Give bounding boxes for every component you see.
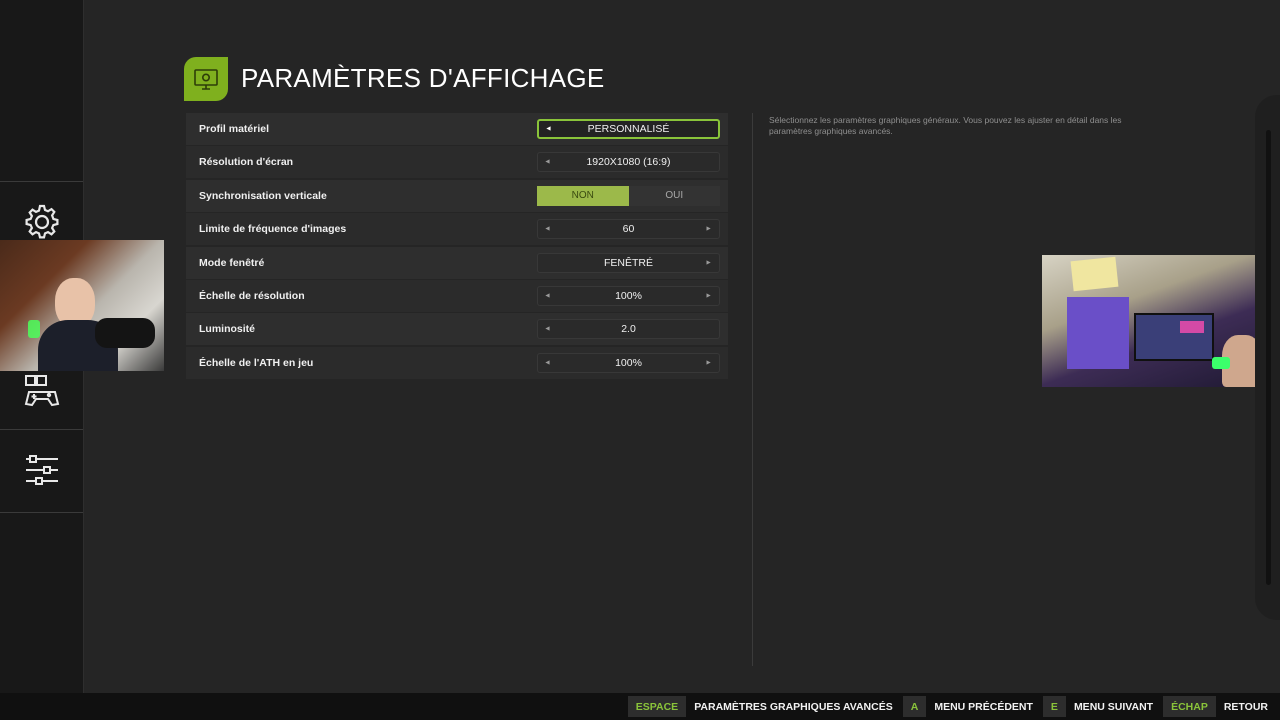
sidebar-item-advanced[interactable] — [0, 430, 83, 510]
arrow-right-icon[interactable]: ► — [705, 292, 712, 299]
footer-label: MENU SUIVANT — [1073, 700, 1154, 713]
footer-label: PARAMÈTRES GRAPHIQUES AVANCÉS — [694, 700, 893, 713]
arrow-left-icon[interactable]: ◄ — [544, 226, 551, 233]
arrow-left-icon[interactable]: ◄ — [544, 359, 551, 366]
setting-label: Profil matériel — [199, 123, 270, 135]
setting-label: Échelle de résolution — [199, 289, 305, 302]
setting-value: FENÊTRÉ — [603, 256, 653, 269]
footer-previous-menu[interactable]: A MENU PRÉCÉDENT — [902, 693, 1035, 720]
vsync-toggle[interactable]: NON OUI — [537, 185, 720, 206]
setting-value: 1920X1080 (16:9) — [586, 156, 671, 169]
setting-label: Luminosité — [199, 323, 256, 336]
arrow-left-icon[interactable]: ◄ — [544, 326, 551, 333]
gamepad-icon — [24, 375, 59, 407]
brightness-selector[interactable]: ◄ 2.0 — [537, 319, 720, 340]
footer-back[interactable]: ÉCHAP RETOUR — [1163, 693, 1270, 720]
arrow-right-icon[interactable]: ► — [705, 226, 712, 233]
scrollbar[interactable] — [1266, 130, 1271, 585]
display-settings-icon — [184, 57, 228, 101]
vsync-option-off[interactable]: NON — [537, 185, 629, 206]
setting-value: 2.0 — [621, 323, 636, 336]
setting-value: 60 — [622, 223, 635, 236]
setting-value: 100% — [615, 289, 642, 302]
setting-row-hardware-profile[interactable]: Profil matériel ◄ PERSONNALISÉ — [186, 113, 728, 145]
hardware-profile-selector[interactable]: ◄ PERSONNALISÉ — [537, 119, 720, 139]
setting-label: Résolution d'écran — [199, 156, 294, 169]
footer-label: MENU PRÉCÉDENT — [934, 700, 1033, 713]
arrow-left-icon[interactable]: ◄ — [545, 126, 552, 133]
setting-row-hud-scale[interactable]: Échelle de l'ATH en jeu ◄ 100% ► — [186, 346, 728, 379]
setting-row-window-mode[interactable]: Mode fenêtré FENÊTRÉ ► — [186, 246, 728, 279]
gear-icon — [25, 204, 58, 239]
setting-description: Sélectionnez les paramètres graphiques g… — [769, 115, 1122, 136]
setting-label: Limite de fréquence d'images — [199, 223, 347, 236]
resolution-scale-selector[interactable]: ◄ 100% ► — [537, 285, 720, 306]
footer-label: RETOUR — [1223, 700, 1268, 713]
setting-label: Échelle de l'ATH en jeu — [199, 356, 314, 369]
setting-row-brightness[interactable]: Luminosité ◄ 2.0 — [186, 313, 728, 346]
sidebar-divider — [0, 512, 83, 513]
arrow-right-icon[interactable]: ► — [705, 359, 712, 366]
webcam-overlay-left — [0, 240, 164, 371]
footer-keybar: ESPACE PARAMÈTRES GRAPHIQUES AVANCÉS A M… — [0, 693, 1280, 720]
setting-row-resolution-scale[interactable]: Échelle de résolution ◄ 100% ► — [186, 279, 728, 312]
sliders-icon — [25, 455, 58, 485]
hud-scale-selector[interactable]: ◄ 100% ► — [537, 352, 720, 373]
key-badge: A — [902, 696, 927, 717]
setting-row-framerate-limit[interactable]: Limite de fréquence d'images ◄ 60 ► — [186, 213, 728, 246]
settings-list: Profil matériel ◄ PERSONNALISÉ Résolutio… — [186, 113, 728, 380]
screen-resolution-selector[interactable]: ◄ 1920X1080 (16:9) — [537, 152, 720, 173]
setting-label: Mode fenêtré — [199, 256, 265, 269]
key-badge: E — [1042, 696, 1066, 717]
setting-label: Synchronisation verticale — [199, 189, 327, 202]
panel-divider — [752, 113, 753, 666]
arrow-left-icon[interactable]: ◄ — [544, 292, 551, 299]
key-badge: ESPACE — [627, 696, 687, 717]
arrow-left-icon[interactable]: ◄ — [544, 159, 551, 166]
webcam-overlay-right — [1042, 255, 1276, 387]
setting-value: PERSONNALISÉ — [587, 123, 670, 135]
setting-row-vsync[interactable]: Synchronisation verticale NON OUI — [186, 179, 728, 212]
footer-next-menu[interactable]: E MENU SUIVANT — [1042, 693, 1155, 720]
page-title: PARAMÈTRES D'AFFICHAGE — [241, 63, 605, 93]
footer-advanced-graphics[interactable]: ESPACE PARAMÈTRES GRAPHIQUES AVANCÉS — [627, 693, 895, 720]
setting-value: 100% — [615, 356, 642, 369]
setting-row-screen-resolution[interactable]: Résolution d'écran ◄ 1920X1080 (16:9) — [186, 146, 728, 179]
arrow-right-icon[interactable]: ► — [705, 259, 712, 266]
framerate-limit-selector[interactable]: ◄ 60 ► — [537, 219, 720, 240]
window-mode-selector[interactable]: FENÊTRÉ ► — [537, 252, 720, 273]
vsync-option-on[interactable]: OUI — [628, 185, 720, 206]
key-badge: ÉCHAP — [1163, 696, 1216, 717]
